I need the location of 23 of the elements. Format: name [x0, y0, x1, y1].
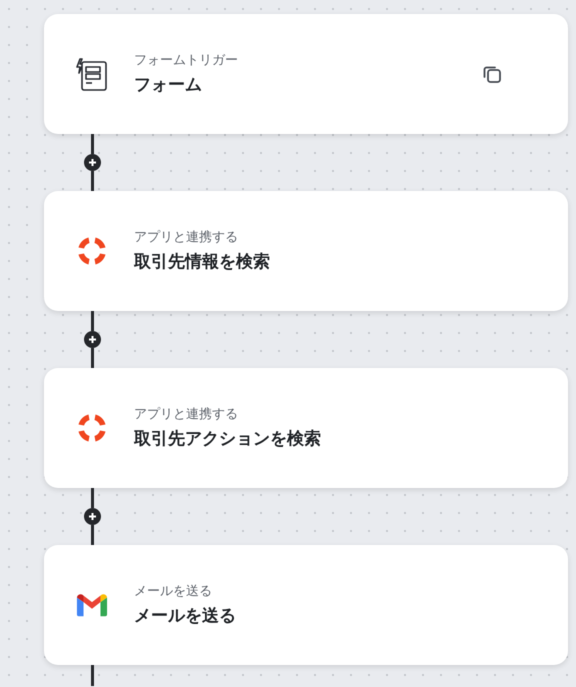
step-type-label: アプリと連携する	[134, 231, 239, 244]
add-step-button[interactable]	[84, 154, 101, 171]
ring-logo-icon	[76, 235, 108, 267]
step-card[interactable]: アプリと連携する 取引先アクションを検索	[44, 368, 568, 488]
add-step-button[interactable]	[84, 508, 101, 525]
plus-icon	[88, 335, 97, 344]
copy-icon[interactable]	[482, 64, 502, 84]
step-title: 取引先アクションを検索	[134, 431, 322, 448]
form-icon	[76, 56, 108, 92]
ring-logo-icon	[76, 412, 108, 444]
step-type-label: フォームトリガー	[134, 54, 239, 67]
step-title: メールを送る	[134, 608, 237, 625]
step-card[interactable]: アプリと連携する 取引先情報を検索	[44, 191, 568, 311]
add-step-button[interactable]	[84, 331, 101, 348]
step-title: フォーム	[134, 77, 203, 94]
plus-icon	[88, 512, 97, 521]
step-title: 取引先情報を検索	[134, 254, 271, 271]
step-type-label: メールを送る	[134, 585, 213, 598]
mail-logo-icon	[76, 592, 108, 618]
step-card[interactable]: メールを送る メールを送る	[44, 545, 568, 665]
step-card[interactable]: フォームトリガー フォーム	[44, 14, 568, 134]
plus-icon	[88, 158, 97, 167]
step-type-label: アプリと連携する	[134, 408, 239, 421]
